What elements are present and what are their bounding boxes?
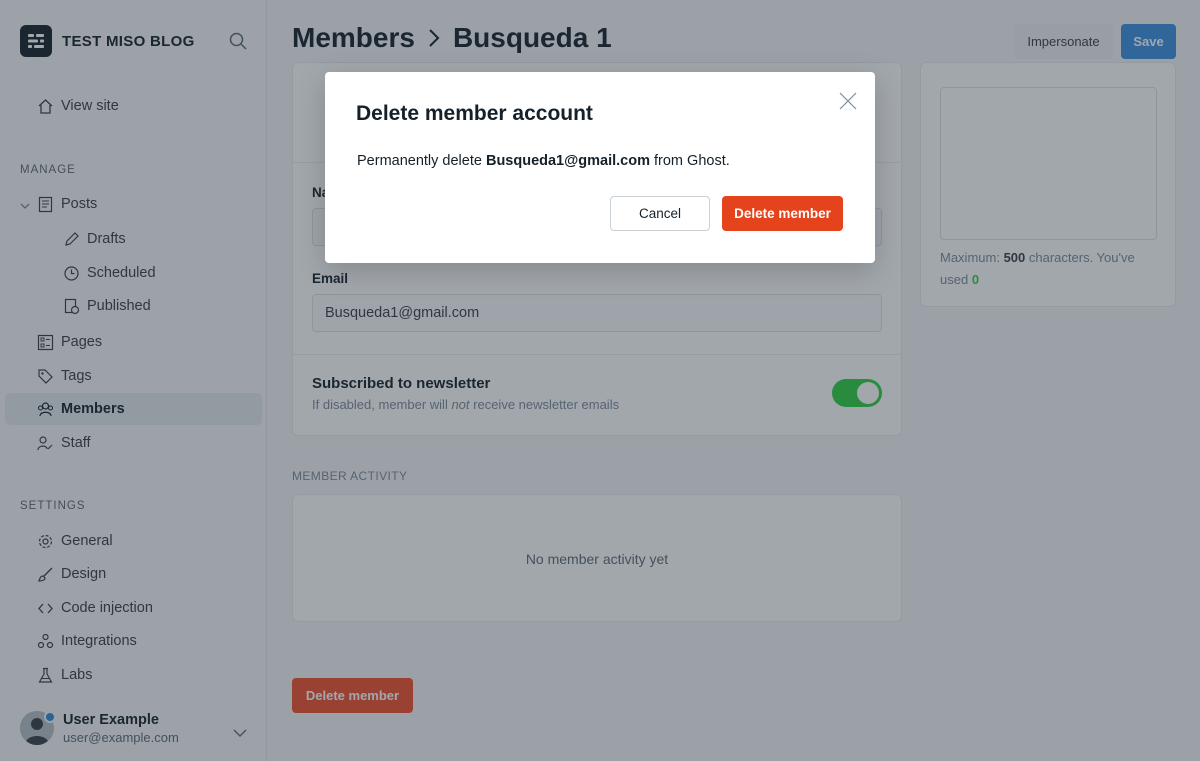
modal-body-text: Permanently delete Busqueda1@gmail.com f… [357,153,730,169]
delete-member-modal: Delete member account Permanently delete… [325,72,875,263]
confirm-delete-button[interactable]: Delete member [722,196,843,231]
modal-title: Delete member account [356,102,593,125]
cancel-button[interactable]: Cancel [610,196,710,231]
close-icon[interactable] [838,91,858,111]
